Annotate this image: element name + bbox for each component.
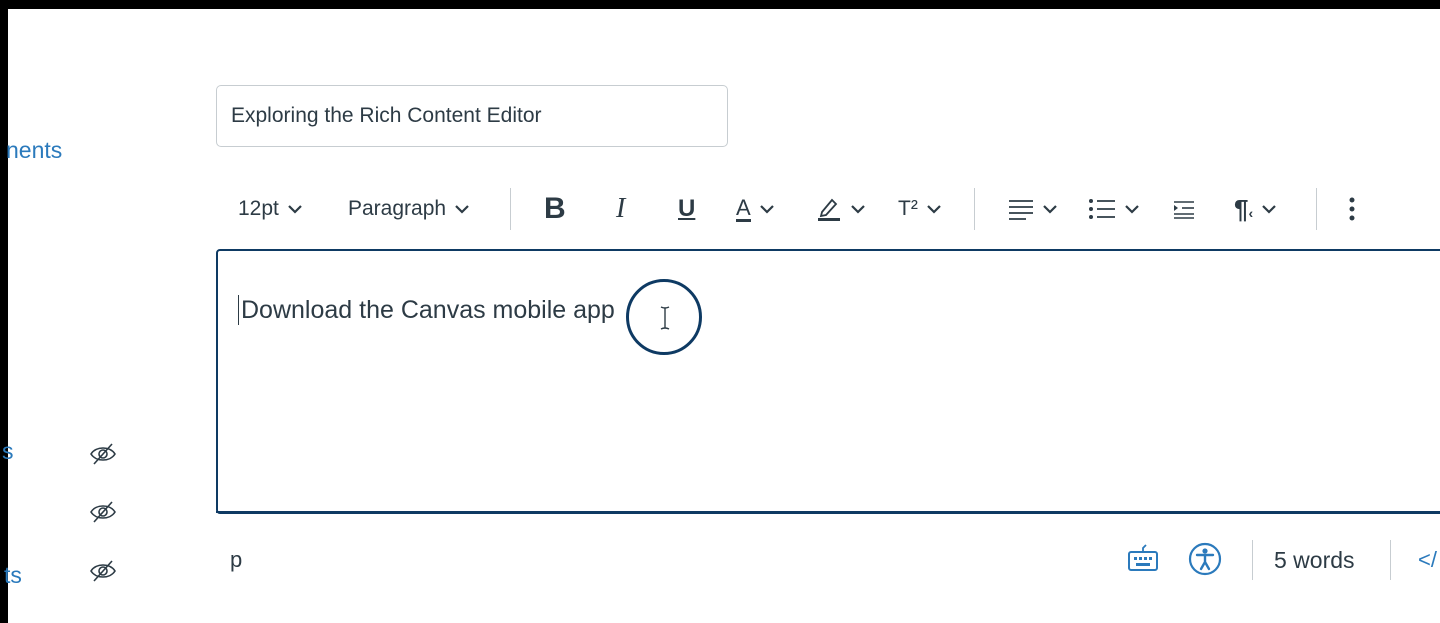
status-divider <box>1390 540 1391 580</box>
bold-button[interactable]: B <box>544 186 566 232</box>
pilcrow-icon: ¶ <box>1234 193 1249 224</box>
highlight-color-button[interactable] <box>816 186 866 232</box>
chevron-down-icon <box>1261 203 1277 215</box>
chevron-down-icon <box>759 203 775 215</box>
nav-item-hidden-1[interactable]: s <box>2 438 14 465</box>
align-left-icon <box>1008 198 1034 220</box>
superscript-button[interactable]: T² <box>898 186 942 232</box>
chevron-down-icon <box>850 203 866 215</box>
indent-button[interactable] <box>1172 186 1196 232</box>
chevron-down-icon <box>926 203 942 215</box>
underline-button[interactable]: U <box>678 186 695 232</box>
status-divider <box>1252 540 1253 580</box>
align-button[interactable] <box>1008 186 1058 232</box>
html-editor-toggle[interactable]: </ <box>1418 547 1437 573</box>
toolbar-divider <box>510 188 511 230</box>
editor-toolbar: 12pt Paragraph B I U A T² ¶ ‹ <box>222 186 1422 232</box>
toolbar-divider <box>974 188 975 230</box>
font-size-label: 12pt <box>238 197 279 220</box>
keyboard-shortcuts-icon[interactable] <box>1126 542 1160 576</box>
rich-text-editor[interactable]: Download the Canvas mobile app <box>216 249 1440 514</box>
chevron-down-icon <box>1042 203 1058 215</box>
accessibility-checker-icon[interactable] <box>1188 542 1222 576</box>
nav-item-assignments[interactable]: nents <box>6 137 62 164</box>
window-frame-left <box>0 0 8 623</box>
block-format-dropdown[interactable]: Paragraph <box>348 186 470 232</box>
nav-item-hidden-3[interactable]: ts <box>4 562 22 589</box>
chevron-down-icon <box>1124 203 1140 215</box>
bullet-list-icon <box>1088 198 1116 220</box>
indent-icon <box>1172 199 1196 219</box>
eye-slash-icon <box>88 442 118 466</box>
vertical-ellipsis-icon <box>1348 196 1356 222</box>
title-input[interactable] <box>216 85 728 147</box>
eye-slash-icon <box>88 559 118 583</box>
highlighter-icon <box>816 196 842 222</box>
editor-paragraph[interactable]: Download the Canvas mobile app <box>238 295 615 325</box>
text-color-icon: A <box>736 194 751 222</box>
more-options-button[interactable] <box>1348 186 1356 232</box>
list-button[interactable] <box>1088 186 1140 232</box>
window-frame-top <box>0 0 1440 9</box>
italic-button[interactable]: I <box>616 186 625 232</box>
block-format-label: Paragraph <box>348 197 447 220</box>
text-color-button[interactable]: A <box>736 186 775 232</box>
chevron-down-icon <box>287 203 303 215</box>
element-path[interactable]: p <box>230 547 242 573</box>
direction-arrow-icon: ‹ <box>1248 205 1254 221</box>
text-direction-button[interactable]: ¶ ‹ <box>1234 186 1277 232</box>
superscript-icon: T² <box>898 197 918 220</box>
text-cursor-icon <box>659 305 671 331</box>
word-count[interactable]: 5 words <box>1274 547 1355 574</box>
toolbar-divider <box>1316 188 1317 230</box>
editor-bottom-border <box>216 511 1440 513</box>
eye-slash-icon <box>88 500 118 524</box>
font-size-dropdown[interactable]: 12pt <box>238 186 303 232</box>
chevron-down-icon <box>454 203 470 215</box>
